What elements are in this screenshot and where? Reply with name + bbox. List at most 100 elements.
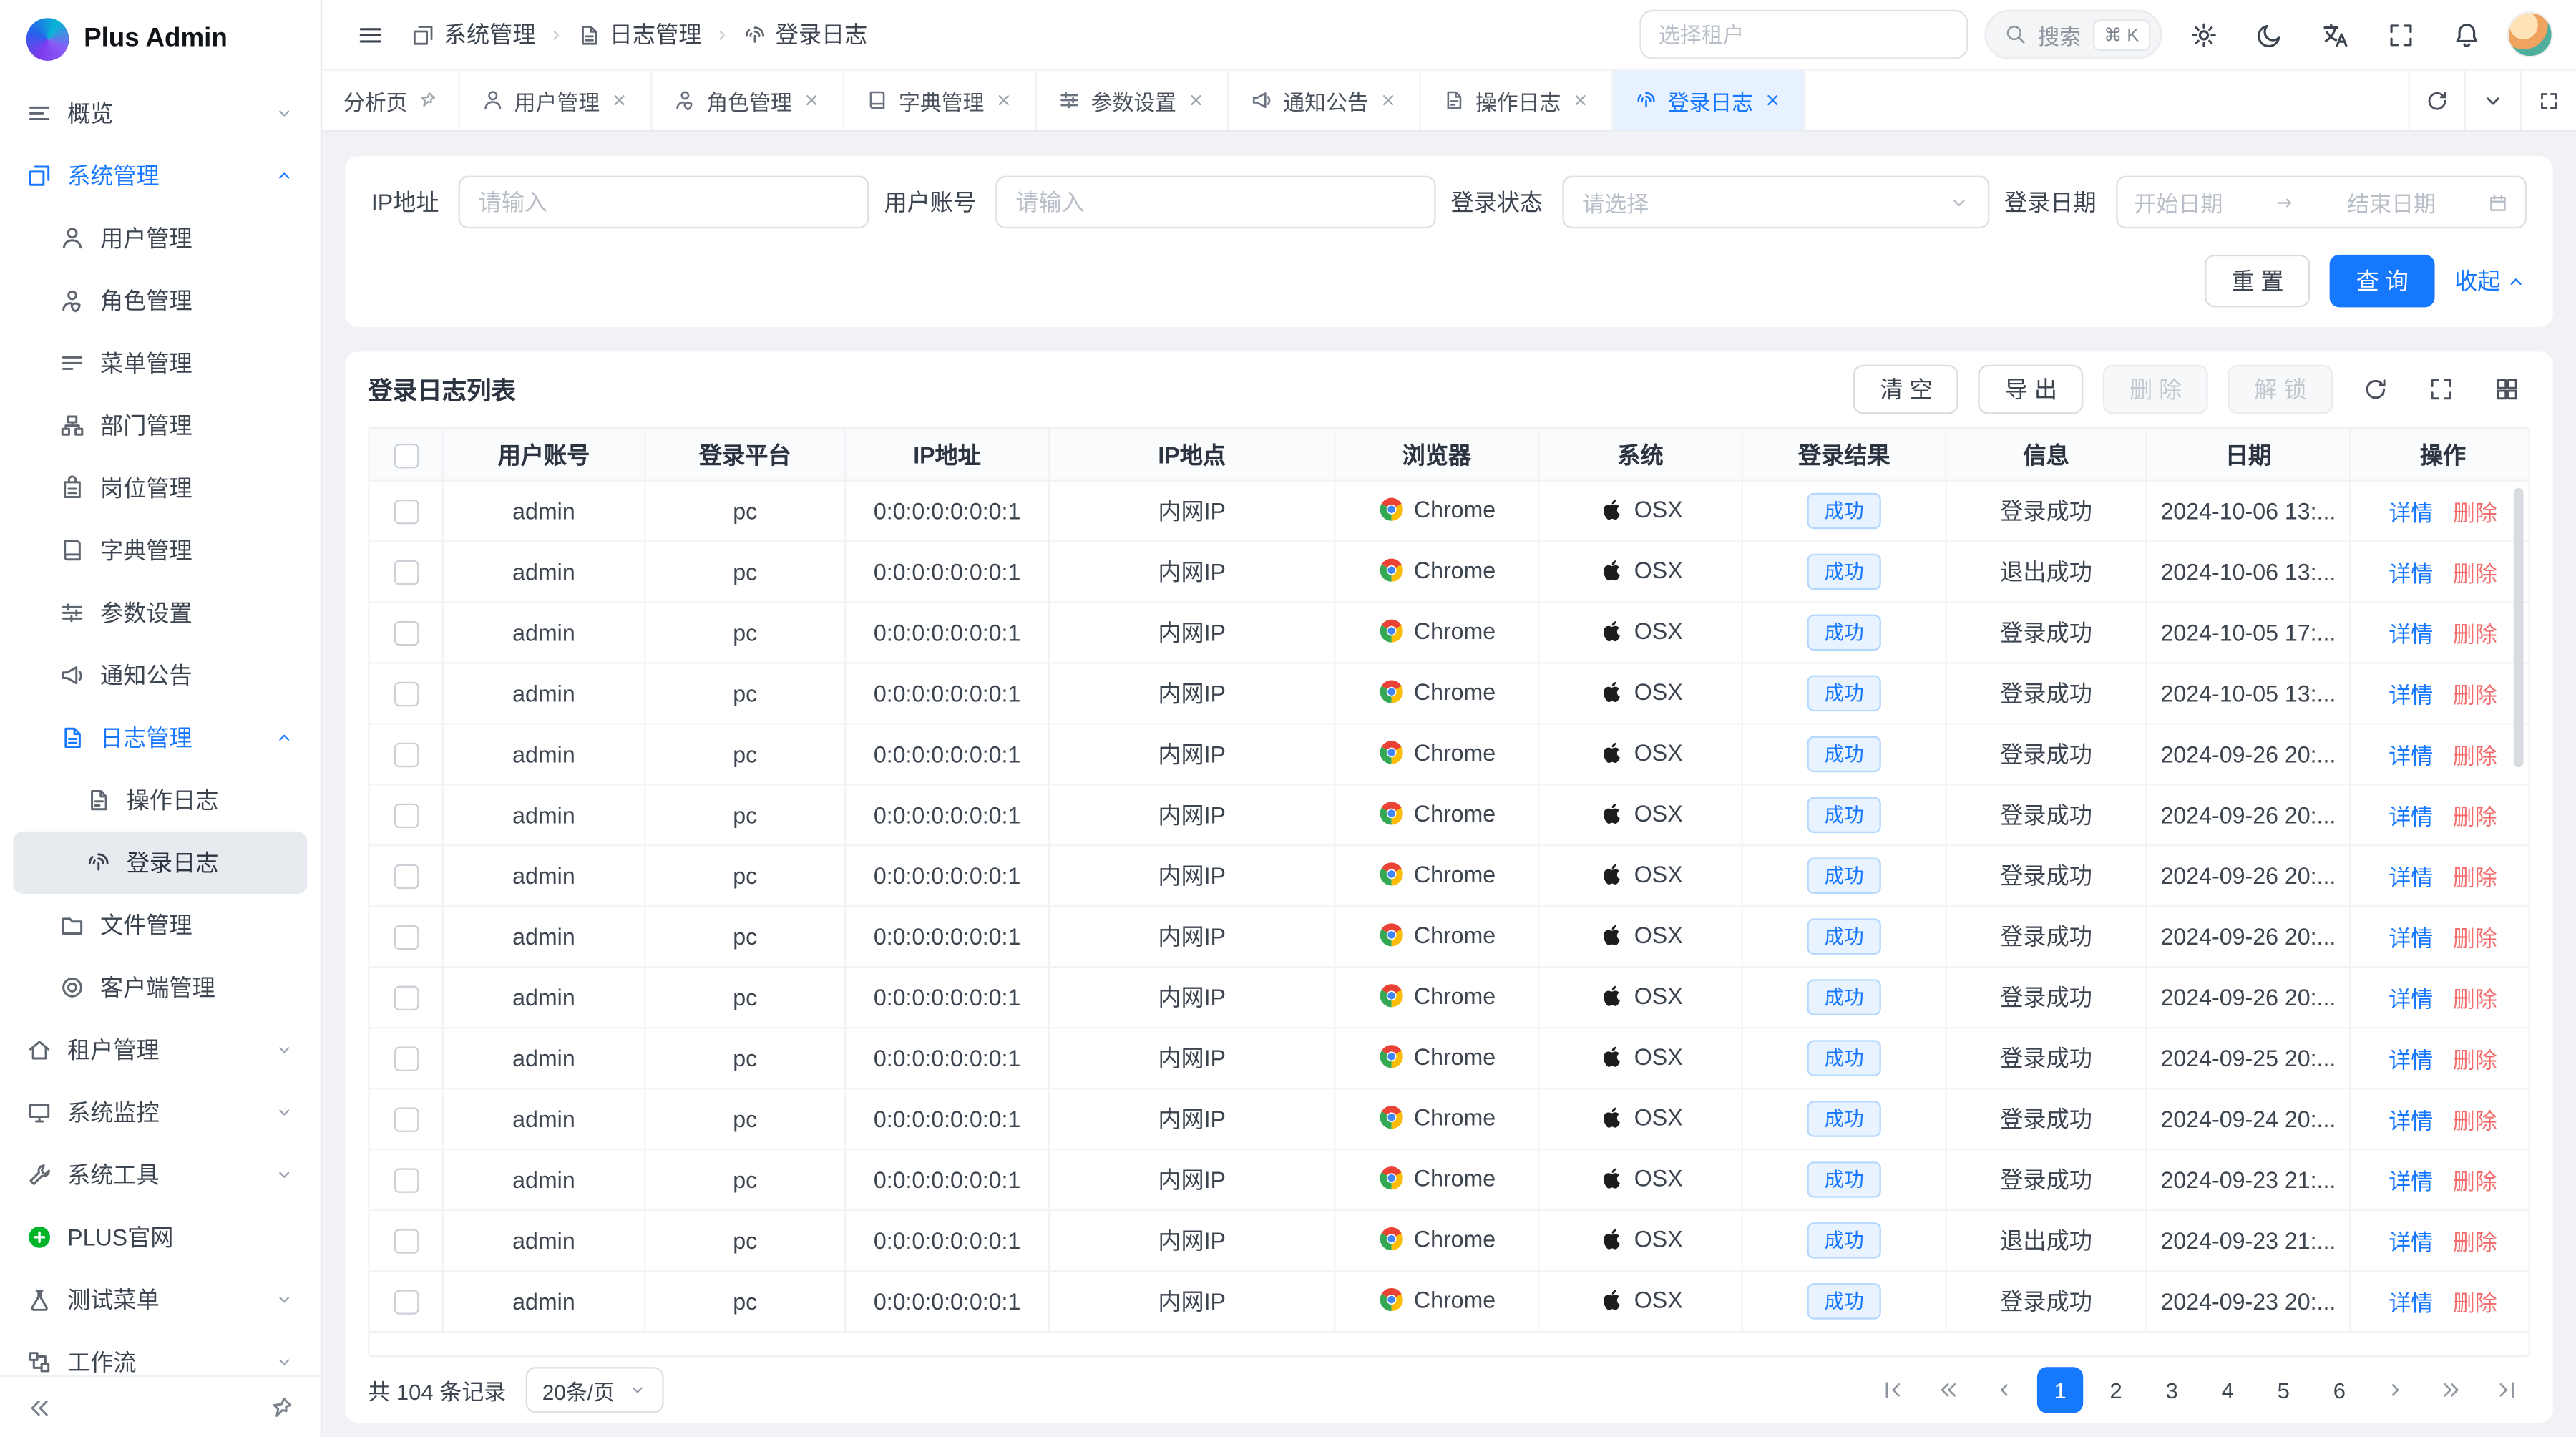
settings-button[interactable]: [2178, 10, 2228, 59]
page-5-button[interactable]: 5: [2260, 1367, 2306, 1413]
sidebar-item-overview[interactable]: 概览: [13, 82, 307, 145]
sidebar-item-system-monitor[interactable]: 系统监控: [13, 1081, 307, 1144]
row-checkbox[interactable]: [394, 744, 418, 768]
next-5-pages-button[interactable]: [2428, 1367, 2474, 1413]
row-checkbox[interactable]: [394, 865, 418, 890]
detail-link[interactable]: 详情: [2389, 1224, 2433, 1257]
delete-link[interactable]: 删除: [2453, 1103, 2497, 1136]
sidebar-item-workflow[interactable]: 工作流: [13, 1331, 307, 1375]
login-status-select[interactable]: 请选择: [1563, 176, 1990, 228]
global-search-button[interactable]: 搜索 ⌘ K: [1984, 10, 2162, 59]
app-logo[interactable]: Plus Admin: [0, 0, 321, 79]
tab-dict-management[interactable]: 字典管理: [844, 71, 1037, 130]
page-4-button[interactable]: 4: [2205, 1367, 2250, 1413]
menu-toggle-button[interactable]: [345, 10, 394, 59]
detail-link[interactable]: 详情: [2389, 738, 2433, 771]
next-page-button[interactable]: [2372, 1367, 2418, 1413]
row-checkbox[interactable]: [394, 1108, 418, 1132]
delete-link[interactable]: 删除: [2453, 1164, 2497, 1197]
delete-link[interactable]: 删除: [2453, 1285, 2497, 1317]
select-all-checkbox[interactable]: [394, 444, 418, 468]
sidebar-item-notice-announcement[interactable]: 通知公告: [13, 644, 307, 706]
close-icon[interactable]: [1571, 90, 1591, 110]
breadcrumb-item-log-management[interactable]: 日志管理: [577, 18, 701, 51]
ip-address-input[interactable]: [459, 176, 869, 228]
export-button[interactable]: 导 出: [1979, 365, 2084, 414]
detail-link[interactable]: 详情: [2389, 495, 2433, 527]
unlock-button[interactable]: 解 锁: [2228, 365, 2333, 414]
sidebar-item-role-management[interactable]: 角色管理: [13, 270, 307, 332]
delete-link[interactable]: 删除: [2453, 738, 2497, 771]
prev-5-pages-button[interactable]: [1926, 1367, 1971, 1413]
detail-link[interactable]: 详情: [2389, 981, 2433, 1014]
tab-operation-log[interactable]: 操作日志: [1421, 71, 1614, 130]
delete-link[interactable]: 删除: [2453, 920, 2497, 953]
detail-link[interactable]: 详情: [2389, 555, 2433, 588]
user-account-input[interactable]: [996, 176, 1436, 228]
breadcrumb-item-login-log[interactable]: 登录日志: [743, 18, 867, 51]
delete-link[interactable]: 删除: [2453, 677, 2497, 710]
sidebar-item-dict-management[interactable]: 字典管理: [13, 520, 307, 582]
sidebar-item-file-management[interactable]: 文件管理: [13, 894, 307, 956]
page-1-button[interactable]: 1: [2037, 1367, 2083, 1413]
sidebar-item-tenant-management[interactable]: 租户管理: [13, 1018, 307, 1081]
tab-role-management[interactable]: 角色管理: [653, 71, 845, 130]
sidebar-item-menu-management[interactable]: 菜单管理: [13, 332, 307, 394]
query-button[interactable]: 查 询: [2330, 255, 2435, 307]
table-grid-button[interactable]: [2484, 366, 2529, 412]
tabs-maximize-button[interactable]: [2520, 71, 2576, 130]
detail-link[interactable]: 详情: [2389, 677, 2433, 710]
row-checkbox[interactable]: [394, 683, 418, 707]
detail-link[interactable]: 详情: [2389, 1164, 2433, 1197]
reset-button[interactable]: 重 置: [2205, 255, 2311, 307]
notifications-button[interactable]: [2441, 10, 2491, 59]
detail-link[interactable]: 详情: [2389, 1285, 2433, 1317]
row-checkbox[interactable]: [394, 1290, 418, 1315]
sidebar-item-post-management[interactable]: 岗位管理: [13, 457, 307, 519]
detail-link[interactable]: 详情: [2389, 920, 2433, 953]
sidebar-item-plus-site[interactable]: PLUS官网: [13, 1206, 307, 1268]
tabs-more-button[interactable]: [2464, 71, 2520, 130]
fullscreen-button[interactable]: [2376, 10, 2425, 59]
sidebar-item-param-settings[interactable]: 参数设置: [13, 582, 307, 644]
first-page-button[interactable]: [1870, 1367, 1916, 1413]
delete-link[interactable]: 删除: [2453, 495, 2497, 527]
sidebar-item-system-tools[interactable]: 系统工具: [13, 1144, 307, 1206]
delete-link[interactable]: 删除: [2453, 1224, 2497, 1257]
login-date-range-picker[interactable]: 开始日期结束日期: [2116, 176, 2527, 228]
sidebar-item-login-log[interactable]: 登录日志: [13, 832, 307, 894]
delete-link[interactable]: 删除: [2453, 1042, 2497, 1075]
close-icon[interactable]: [1186, 90, 1206, 110]
page-size-select[interactable]: 20条/页: [526, 1367, 664, 1413]
clear-button[interactable]: 清 空: [1854, 365, 1959, 414]
tab-param-settings[interactable]: 参数设置: [1037, 71, 1229, 130]
last-page-button[interactable]: [2484, 1367, 2529, 1413]
delete-link[interactable]: 删除: [2453, 616, 2497, 649]
row-checkbox[interactable]: [394, 986, 418, 1010]
pin-icon[interactable]: [417, 90, 437, 110]
tab-analysis[interactable]: 分析页: [322, 71, 460, 130]
row-checkbox[interactable]: [394, 804, 418, 829]
close-icon[interactable]: [1763, 90, 1783, 110]
sidebar-collapse-button[interactable]: [20, 1388, 59, 1427]
tab-user-management[interactable]: 用户管理: [460, 71, 653, 130]
row-checkbox[interactable]: [394, 1047, 418, 1071]
row-checkbox[interactable]: [394, 925, 418, 950]
close-icon[interactable]: [610, 90, 630, 110]
detail-link[interactable]: 详情: [2389, 859, 2433, 892]
sidebar-item-test-menu[interactable]: 测试菜单: [13, 1268, 307, 1330]
sidebar-item-system-management[interactable]: 系统管理: [13, 145, 307, 207]
delete-link[interactable]: 删除: [2453, 555, 2497, 588]
detail-link[interactable]: 详情: [2389, 1103, 2433, 1136]
detail-link[interactable]: 详情: [2389, 616, 2433, 649]
breadcrumb-item-system-management[interactable]: 系统管理: [411, 18, 535, 51]
row-checkbox[interactable]: [394, 1229, 418, 1254]
language-button[interactable]: [2310, 10, 2359, 59]
page-6-button[interactable]: 6: [2316, 1367, 2362, 1413]
sidebar-pin-button[interactable]: [261, 1388, 301, 1427]
sidebar-item-department-management[interactable]: 部门管理: [13, 394, 307, 457]
row-checkbox[interactable]: [394, 1169, 418, 1193]
tabs-refresh-button[interactable]: [2409, 71, 2464, 130]
row-checkbox[interactable]: [394, 500, 418, 525]
row-checkbox[interactable]: [394, 561, 418, 585]
